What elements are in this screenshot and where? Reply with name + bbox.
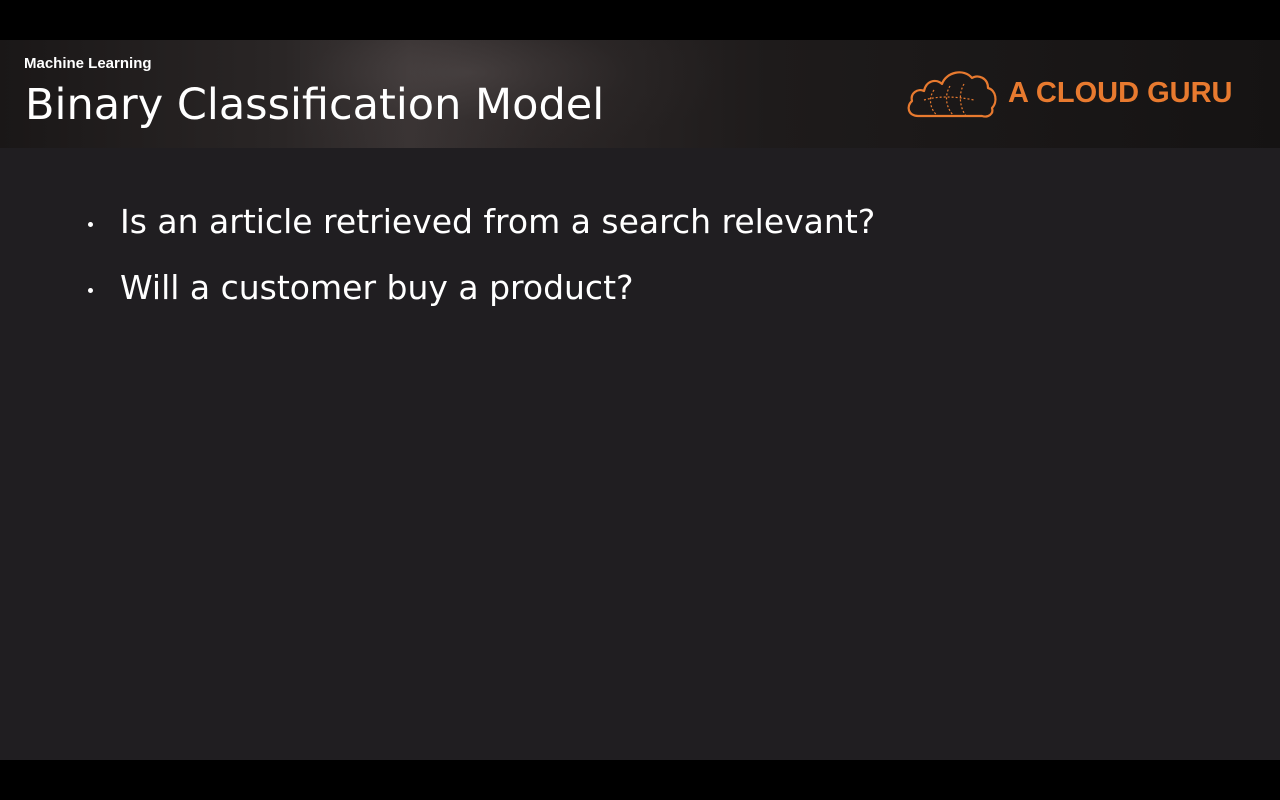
bullet-text: Is an article retrieved from a search re… <box>120 202 876 241</box>
cloud-logo-icon <box>907 71 997 118</box>
slide-header: Machine Learning Binary Classification M… <box>0 40 1280 148</box>
bullet-dot-icon <box>88 288 93 293</box>
course-label: Machine Learning <box>24 55 152 72</box>
brand-logo: A CLOUD GURU <box>904 66 1244 122</box>
slide: Machine Learning Binary Classification M… <box>0 40 1280 760</box>
letterbox-top <box>0 0 1280 40</box>
bullet-dot-icon <box>88 222 93 227</box>
slide-title: Binary Classification Model <box>25 80 605 130</box>
bullet-text: Will a customer buy a product? <box>120 268 634 307</box>
brand-name: A CLOUD GURU <box>1008 77 1233 109</box>
video-frame: Machine Learning Binary Classification M… <box>0 0 1280 800</box>
letterbox-bottom <box>0 760 1280 800</box>
